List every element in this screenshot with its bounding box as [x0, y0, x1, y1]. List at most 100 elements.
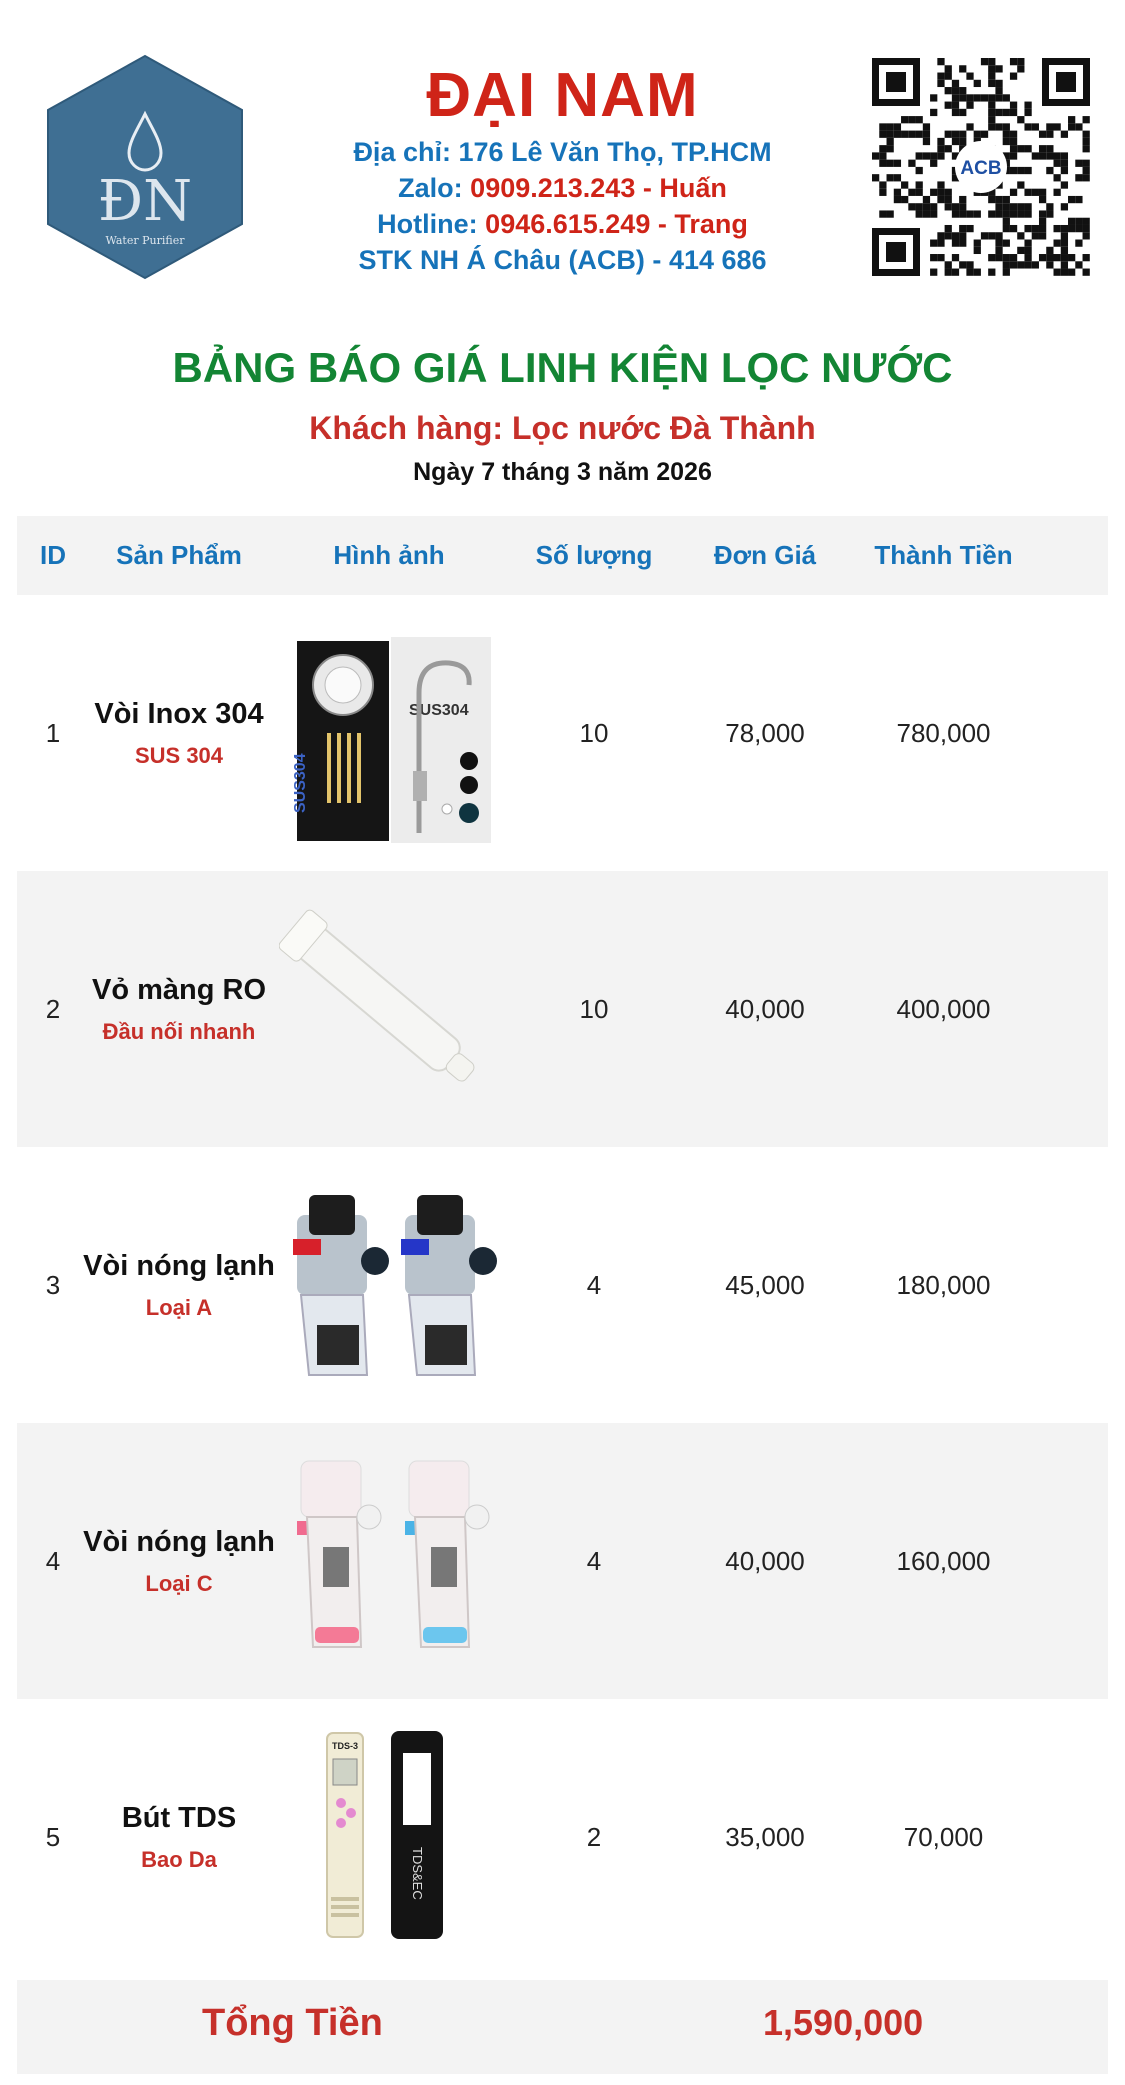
qr-module: [893, 123, 902, 131]
qr-module: [1060, 224, 1069, 233]
qr-module: [944, 224, 952, 233]
qr-module: [908, 116, 916, 124]
quantity: 10: [579, 993, 609, 1024]
hot-cold-tap-a-image: [293, 1195, 497, 1376]
qr-module: [1053, 254, 1061, 262]
qr-module: [930, 108, 938, 117]
qr-module: [1068, 268, 1076, 276]
qr-module: [1009, 152, 1018, 160]
qr-module: [1002, 130, 1010, 138]
tds-pen-image: TDS-3 TDS&EC: [326, 1731, 443, 1939]
qr-module: [879, 188, 887, 196]
unit-price: 40,000: [725, 993, 805, 1024]
qr-module: [1068, 116, 1076, 124]
qr-module: [930, 254, 938, 262]
product-name: Vòi nóng lạnh: [83, 1525, 275, 1558]
qr-module: [937, 254, 945, 262]
qr-module: [973, 210, 981, 218]
qr-module: [1060, 254, 1069, 262]
qr-module: [922, 137, 931, 146]
qr-module: [1068, 123, 1076, 131]
zalo-value: 0909.213.243 - Huấn: [470, 173, 727, 203]
qr-module: [1009, 203, 1018, 211]
qr-module: [951, 79, 960, 88]
qr-module: [1075, 224, 1083, 233]
qr-module: [879, 130, 887, 138]
qr-module: [1068, 254, 1076, 262]
acb-badge: ACB: [960, 158, 1001, 179]
qr-module: [937, 239, 945, 247]
table-row: 1 Vòi Inox 304 SUS 304 SUS304 SUS304 10 …: [17, 595, 1108, 871]
qr-module: [988, 72, 996, 80]
qr-module: [995, 210, 1003, 218]
unit-price: 78,000: [725, 717, 805, 748]
qr-module: [886, 130, 894, 138]
qr-module: [959, 195, 967, 204]
qr-module: [1024, 246, 1032, 255]
qr-module: [1068, 224, 1076, 233]
qr-module: [1009, 166, 1018, 175]
qr-module: [1075, 261, 1083, 269]
qr-module: [995, 108, 1003, 117]
qr-module: [951, 210, 960, 218]
qr-module: [937, 145, 945, 153]
qr-module: [944, 188, 952, 196]
qr-module: [959, 130, 967, 138]
qr-module: [1017, 246, 1025, 255]
qr-module: [893, 195, 902, 204]
qr-module: [995, 87, 1003, 95]
qr-module: [951, 254, 960, 262]
qr-module: [1017, 166, 1025, 175]
qr-module: [1002, 203, 1010, 211]
product-image-cell: [269, 871, 509, 1147]
qr-module: [908, 130, 916, 138]
qr-module: [1053, 239, 1061, 247]
qr-module: [988, 58, 996, 66]
qr-module: [1002, 108, 1010, 117]
qr-module: [1075, 159, 1083, 167]
qr-module: [930, 94, 938, 102]
qr-module: [944, 65, 952, 73]
line-total: 160,000: [896, 1545, 991, 1576]
hotline-label: Hotline:: [377, 209, 478, 239]
qr-module: [1038, 217, 1047, 225]
qr-module: [966, 261, 974, 269]
qr-module: [1002, 137, 1010, 146]
qr-module: [951, 268, 960, 276]
qr-module: [915, 130, 923, 138]
qr-module: [951, 94, 960, 102]
qr-module: [973, 268, 981, 276]
qr-module: [1017, 181, 1025, 189]
qr-module: [966, 123, 974, 131]
qr-module: [951, 239, 960, 247]
qr-module: [922, 203, 931, 211]
qr-module: [944, 87, 952, 95]
qr-module: [988, 232, 996, 240]
product-cell: Bút TDS Bao Da: [89, 1699, 269, 1975]
ro-housing-image: [279, 909, 475, 1082]
hotline-line: Hotline: 0946.615.249 - Trang: [300, 206, 825, 242]
unit-price: 35,000: [725, 1821, 805, 1852]
qr-module: [1082, 166, 1090, 175]
product-image-cell: [269, 1147, 509, 1423]
qr-module: [973, 94, 981, 102]
qr-module: [937, 72, 945, 80]
qr-module: [973, 130, 981, 138]
qr-module: [1060, 232, 1069, 240]
qr-module: [1060, 159, 1069, 167]
qr-module: [879, 123, 887, 131]
qr-module: [1009, 101, 1018, 109]
qr-module: [1082, 116, 1090, 124]
qr-module: [1002, 268, 1010, 276]
qr-module: [879, 210, 887, 218]
qr-module: [1053, 268, 1061, 276]
qr-module: [944, 203, 952, 211]
qr-module: [1017, 58, 1025, 66]
qr-module: [937, 232, 945, 240]
qr-module: [995, 239, 1003, 247]
qr-module: [951, 108, 960, 117]
qr-module: [944, 101, 952, 109]
qr-module: [930, 268, 938, 276]
qr-module: [1068, 217, 1076, 225]
qr-module: [872, 174, 880, 182]
